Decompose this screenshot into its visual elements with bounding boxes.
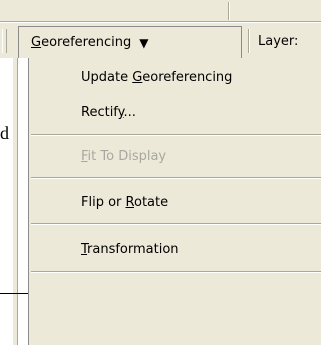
- menu-item-fit-to-display: Fit To Display: [29, 141, 321, 173]
- georeferencing-menu-label: Georeferencing: [31, 35, 132, 50]
- menu-divider: [31, 271, 321, 273]
- menu-item-flip-or-rotate[interactable]: Flip or Rotate: [29, 187, 321, 219]
- toolbar-separator: [248, 29, 250, 53]
- toolbar-grip-handle[interactable]: [2, 29, 7, 53]
- menu-item-update-georeferencing[interactable]: Update Georeferencing: [29, 62, 321, 94]
- menu-divider: [31, 134, 321, 136]
- georeferencing-dropdown-menu: Update Georeferencing Rectify... Fit To …: [28, 58, 321, 345]
- document-text-fragment: d: [0, 123, 9, 143]
- toolbar-separator: [228, 2, 230, 20]
- georeferencing-toolbar: Georeferencing ▼ Layer:: [0, 22, 321, 58]
- menu-item-transformation[interactable]: Transformation: [29, 234, 321, 266]
- menu-item-label: Fit To Display: [81, 149, 167, 164]
- georeferencing-menu-button[interactable]: Georeferencing ▼: [18, 26, 242, 58]
- top-toolbar: [0, 0, 321, 22]
- menu-item-label: Flip or Rotate: [81, 195, 169, 210]
- menu-item-label: Update Georeferencing: [81, 70, 233, 85]
- menu-item-rectify[interactable]: Rectify...: [29, 97, 321, 129]
- menu-divider: [31, 223, 321, 225]
- menu-divider: [31, 177, 321, 179]
- menu-item-label: Rectify...: [81, 105, 136, 120]
- dropdown-arrow-icon: ▼: [139, 35, 149, 50]
- menu-item-label: Transformation: [81, 242, 179, 257]
- layer-label: Layer:: [258, 34, 299, 49]
- window-edge: [12, 58, 18, 345]
